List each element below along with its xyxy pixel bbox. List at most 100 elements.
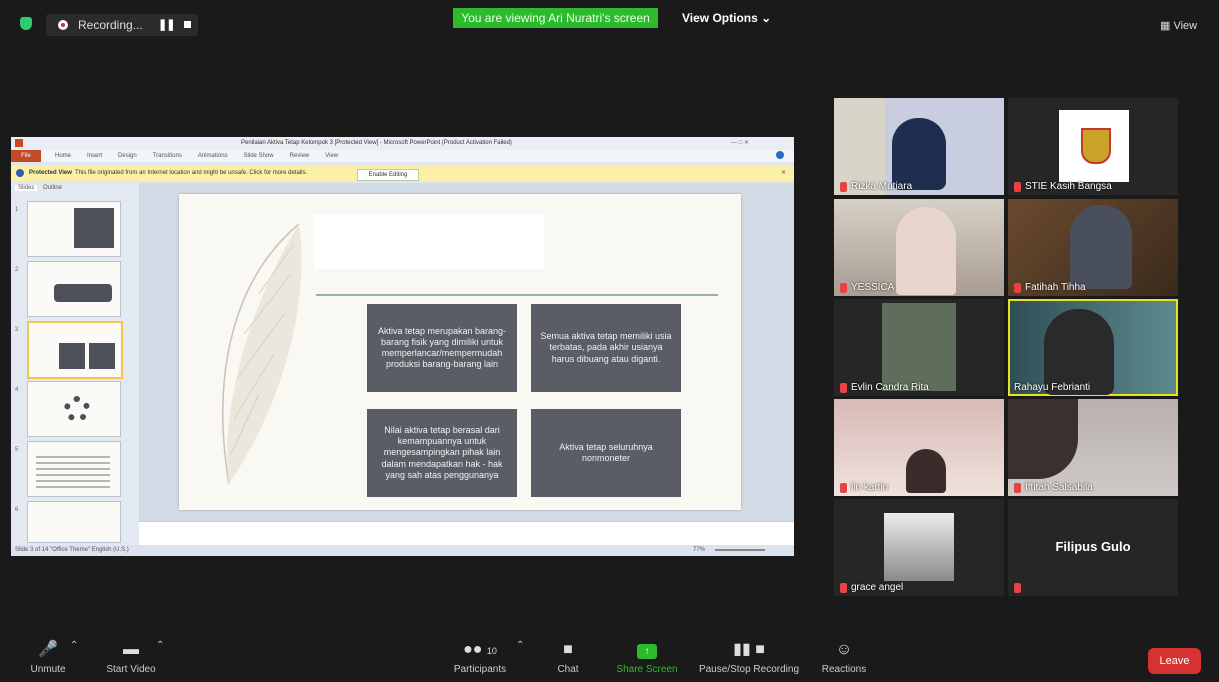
participant-tile[interactable]: STIE Kasih Bangsa	[1008, 98, 1178, 195]
muted-mic-icon	[840, 582, 847, 593]
stie-logo-icon	[1059, 110, 1129, 182]
audio-options-chevron-icon[interactable]: ⌃	[70, 640, 78, 651]
chat-button[interactable]: ■ Chat	[548, 640, 588, 675]
pause-recording-icon[interactable]: ❚❚	[158, 18, 175, 31]
slide-thumbnail[interactable]	[27, 261, 121, 317]
ppt-status-bar: Slide 3 of 14 "Office Theme" English (U.…	[11, 545, 794, 556]
participant-video	[906, 449, 946, 493]
participant-tile[interactable]: YESSICA	[834, 199, 1004, 296]
view-label: View	[1173, 20, 1198, 32]
participants-chevron-icon[interactable]: ⌃	[516, 640, 524, 651]
slide-thumbnail[interactable]	[27, 501, 121, 543]
security-shield-icon[interactable]	[20, 17, 32, 30]
participant-video	[882, 303, 956, 391]
tab-animations[interactable]: Animations	[198, 153, 228, 159]
slide-title-placeholder	[314, 214, 544, 269]
slide-thumbnail[interactable]	[27, 441, 121, 497]
tab-slides[interactable]: Slides	[15, 185, 38, 191]
content-box-1: Aktiva tetap merupakan barang-barang fis…	[367, 304, 517, 392]
participant-tile[interactable]: Fatihah Tihha	[1008, 199, 1178, 296]
unmute-button[interactable]: 🎤 Unmute	[22, 640, 74, 675]
video-off-icon: ▬	[123, 641, 139, 658]
powerpoint-logo-icon	[15, 139, 23, 147]
share-screen-button[interactable]: ↑ Share Screen	[612, 640, 682, 675]
grid-icon: ▦	[1160, 20, 1171, 32]
chevron-down-icon: ⌄	[761, 11, 772, 25]
zoom-level: 77%	[693, 547, 706, 553]
participant-video	[1070, 205, 1132, 289]
tab-view[interactable]: View	[325, 153, 338, 159]
emoji-plus-icon: ☺	[835, 641, 853, 658]
bottom-toolbar	[0, 636, 1219, 682]
content-box-4: Aktiva tetap seluruhnya nonmoneter	[531, 409, 681, 497]
participant-tile-active-speaker[interactable]: Rahayu Febrianti	[1008, 299, 1178, 396]
status-slide-info: Slide 3 of 14 "Office Theme" English (U.…	[15, 547, 129, 553]
participant-profile-photo	[884, 513, 954, 581]
participant-name-label: lin kartin	[840, 482, 888, 493]
view-options-label: View Options	[682, 11, 758, 25]
participant-display-name: Filipus Gulo	[1055, 539, 1131, 554]
thumb-number: 6	[15, 507, 19, 513]
participant-name-label: Rizka Mutiara	[840, 181, 912, 192]
content-box-2: Semua aktiva tetap memiliki usia terbata…	[531, 304, 681, 392]
reactions-button[interactable]: ☺ Reactions	[816, 640, 872, 675]
stop-recording-icon[interactable]	[184, 21, 191, 28]
participant-name-label: YESSICA	[840, 282, 894, 293]
help-icon[interactable]	[776, 151, 784, 159]
slide-thumbnail-selected[interactable]	[27, 321, 123, 379]
view-options-button[interactable]: View Options ⌄	[682, 11, 771, 25]
slide-thumbnail[interactable]	[27, 381, 121, 437]
ppt-ribbon-tabs: Home Insert Design Transitions Animation…	[11, 150, 794, 162]
muted-mic-icon	[1014, 282, 1021, 293]
thumb-number: 5	[15, 447, 19, 453]
muted-mic-icon	[840, 181, 847, 192]
tab-design[interactable]: Design	[118, 153, 137, 159]
window-controls-icon[interactable]: — □ ✕	[731, 139, 749, 146]
close-icon[interactable]: ✕	[781, 166, 786, 181]
tab-outline[interactable]: Outline	[43, 185, 62, 191]
view-layout-button[interactable]: ▦ View	[1160, 19, 1197, 32]
shared-powerpoint-window[interactable]: Penilaian Aktiva Tetap Kelompok 3 [Prote…	[11, 137, 794, 556]
tab-file[interactable]: File	[11, 150, 41, 162]
participant-tile[interactable]: Rizka Mutiara	[834, 98, 1004, 195]
participant-tile[interactable]: Filipus Gulo	[1008, 499, 1178, 596]
ppt-window-title: Penilaian Aktiva Tetap Kelompok 3 [Prote…	[241, 140, 512, 146]
content-box-3: Nilai aktiva tetap berasal dari kemampua…	[367, 409, 517, 497]
leave-button[interactable]: Leave	[1148, 648, 1201, 674]
tab-review[interactable]: Review	[290, 153, 310, 159]
participant-video	[892, 118, 946, 190]
muted-mic-icon	[1014, 482, 1021, 493]
start-video-button[interactable]: ▬ Start Video	[98, 640, 164, 675]
enable-editing-button[interactable]: Enable Editing	[357, 169, 419, 181]
thumb-number: 3	[15, 327, 19, 333]
video-options-chevron-icon[interactable]: ⌃	[156, 640, 164, 651]
participant-name-label: STIE Kasih Bangsa	[1014, 181, 1112, 192]
muted-mic-icon	[840, 482, 847, 493]
slide-thumbnail[interactable]	[27, 201, 121, 257]
tab-slide-show[interactable]: Slide Show	[244, 153, 274, 159]
pause-stop-recording-button[interactable]: ▮▮ ■ Pause/Stop Recording	[692, 640, 806, 675]
slide-canvas: Aktiva tetap merupakan barang-barang fis…	[179, 194, 741, 510]
muted-mic-icon	[1014, 583, 1021, 593]
participant-tile[interactable]: lin kartin	[834, 399, 1004, 496]
ppt-title-bar: Penilaian Aktiva Tetap Kelompok 3 [Prote…	[11, 137, 794, 150]
viewing-banner: You are viewing Ari Nuratri's screen	[453, 8, 658, 28]
participant-tile[interactable]: Iftitah Salsabila	[1008, 399, 1178, 496]
tab-transitions[interactable]: Transitions	[153, 153, 182, 159]
thumb-number: 2	[15, 267, 19, 273]
participant-name-label: Fatihah Tihha	[1014, 282, 1086, 293]
participant-tile[interactable]: grace angel	[834, 499, 1004, 596]
protected-view-title: Protected View	[29, 170, 72, 176]
participant-name-label: Evlin Candra Rita	[840, 382, 929, 393]
zoom-slider[interactable]	[715, 549, 765, 551]
participant-tile[interactable]: Evlin Candra Rita	[834, 299, 1004, 396]
pause-stop-icon: ▮▮ ■	[733, 641, 765, 658]
slides-panel: Slides Outline 1 2 3 4 5 6	[11, 183, 139, 545]
thumb-number: 1	[15, 207, 19, 213]
tab-insert[interactable]: Insert	[87, 153, 102, 159]
participant-name-label: grace angel	[840, 582, 903, 593]
info-icon	[16, 169, 24, 177]
notes-pane[interactable]	[139, 521, 794, 546]
participants-button[interactable]: ●● 10 Participants	[448, 640, 512, 675]
tab-home[interactable]: Home	[55, 153, 71, 159]
